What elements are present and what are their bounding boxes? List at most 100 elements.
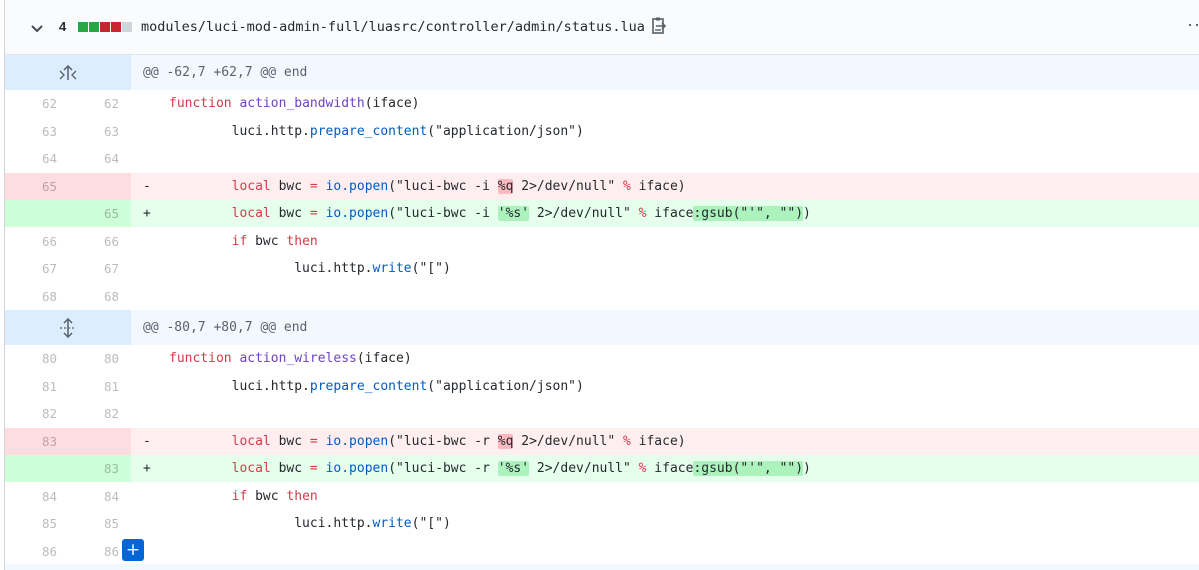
code-token: io.popen [325, 206, 389, 221]
code-line: local bwc = io.popen("luci-bwc -i '%s' 2… [169, 200, 811, 227]
diffstat-square [100, 22, 110, 32]
diffstat-square [122, 22, 132, 32]
old-line-number[interactable]: 62 [5, 90, 68, 117]
code-token: if [231, 488, 248, 504]
diff-marker: - [143, 433, 151, 449]
code-token: %q [497, 433, 514, 449]
diff-marker: + [143, 206, 151, 221]
code-token: = [309, 206, 318, 221]
code-token: io.popen [325, 433, 389, 449]
code-token: ("[") [411, 261, 451, 276]
code-token: ("application/json") [427, 123, 584, 139]
old-line-number[interactable]: 81 [5, 373, 68, 400]
code-token: bwc [270, 461, 310, 476]
hunk-header-text: @@ -62,7 +62,7 @@ end [143, 65, 308, 80]
code-line: luci.http.write("[") [169, 510, 451, 537]
new-line-number[interactable]: 66 [68, 228, 131, 255]
code-token: bwc [247, 233, 287, 249]
new-line-number[interactable]: 81 [68, 373, 131, 400]
code-token: 2>/dev/null" [513, 433, 623, 449]
code-token: write [372, 516, 412, 531]
code-token: function [169, 96, 232, 111]
new-line-number[interactable]: 82 [68, 400, 131, 427]
old-line-number[interactable]: 64 [5, 145, 68, 172]
code-token: bwc [247, 488, 287, 504]
code-token: ("[") [411, 516, 451, 531]
file-path[interactable]: modules/luci-mod-admin-full/luasrc/contr… [141, 19, 645, 35]
context-line: 64 64 [5, 145, 1199, 172]
code-token: ("luci-bwc -r [388, 461, 498, 476]
new-line-number[interactable] [68, 172, 131, 200]
new-line-number[interactable]: 65 [68, 200, 131, 227]
code-token: '%s' [497, 206, 530, 221]
code-token: local [231, 206, 271, 221]
old-line-number[interactable]: 68 [5, 283, 68, 310]
old-line-number[interactable]: 82 [5, 400, 68, 427]
code-token: ("luci-bwc -i [388, 206, 498, 221]
code-token: write [372, 261, 412, 276]
code-token: then [286, 233, 318, 249]
old-line-number[interactable] [5, 455, 68, 482]
old-line-number[interactable]: 67 [5, 255, 68, 282]
new-line-number[interactable]: 68 [68, 283, 131, 310]
context-line: 67 67 luci.http.write("[") [5, 255, 1199, 282]
code-line: local bwc = io.popen("luci-bwc -r '%s' 2… [169, 455, 811, 482]
code-token: action_bandwidth [239, 96, 365, 111]
new-line-number[interactable]: 67 [68, 255, 131, 282]
context-line: 81 81 luci.http.prepare_content("applicat… [5, 373, 1199, 400]
chevron-down-icon[interactable] [29, 20, 45, 36]
code-line: if bwc then [169, 228, 318, 255]
diffstat-square [89, 22, 99, 32]
old-line-number[interactable] [5, 200, 68, 227]
old-line-number[interactable]: 66 [5, 228, 68, 255]
code-token: bwc [270, 178, 310, 194]
new-line-number[interactable]: 63 [68, 118, 131, 145]
new-line-number[interactable]: 64 [68, 145, 131, 172]
old-line-number[interactable]: 65 [5, 172, 68, 200]
code-token: luci.http. [169, 123, 310, 139]
new-line-number[interactable]: 84 [68, 483, 131, 510]
code-token: 2>/dev/null" [529, 206, 639, 221]
code-token: ) [803, 206, 811, 221]
old-line-number[interactable]: 86 [5, 538, 68, 565]
diff-marker: - [143, 178, 151, 194]
context-line: 86 86 [5, 538, 1199, 565]
hunk-header-text: @@ -80,7 +80,7 @@ end [143, 320, 308, 335]
old-line-number[interactable]: 63 [5, 118, 68, 145]
new-line-number[interactable]: 62 [68, 90, 131, 117]
old-line-number[interactable]: 83 [5, 427, 68, 455]
diff-file: 4 modules/luci-mod-admin-full/luasrc/con… [4, 0, 1199, 570]
new-line-number[interactable]: 80 [68, 345, 131, 372]
new-line-number[interactable]: 85 [68, 510, 131, 537]
old-line-number[interactable]: 84 [5, 483, 68, 510]
new-line-number[interactable] [68, 427, 131, 455]
code-token: luci.http. [169, 378, 310, 394]
unfold-up-icon[interactable] [5, 55, 131, 90]
code-line: local bwc = io.popen("luci-bwc -i %q 2>/… [169, 173, 686, 200]
old-line-number[interactable]: 80 [5, 345, 68, 372]
add-comment-button[interactable]: + [122, 539, 144, 561]
kebab-horizontal-icon[interactable]: ··· [1187, 14, 1199, 35]
code-token: bwc [270, 206, 310, 221]
code-token: iface) [630, 178, 686, 194]
diffstat-square [78, 22, 88, 32]
new-line-number[interactable]: 83 [68, 455, 131, 482]
diffstat-bar [78, 22, 132, 32]
copy-path-icon[interactable] [650, 17, 668, 37]
hunk-header: @@ -62,7 +62,7 @@ end [5, 55, 1199, 90]
code-token: local [231, 461, 271, 476]
diff-marker: + [143, 461, 151, 476]
code-token: ("application/json") [427, 378, 584, 394]
old-line-number[interactable]: 85 [5, 510, 68, 537]
unfold-icon[interactable] [5, 310, 131, 345]
file-header: 4 modules/luci-mod-admin-full/luasrc/con… [5, 0, 1199, 55]
